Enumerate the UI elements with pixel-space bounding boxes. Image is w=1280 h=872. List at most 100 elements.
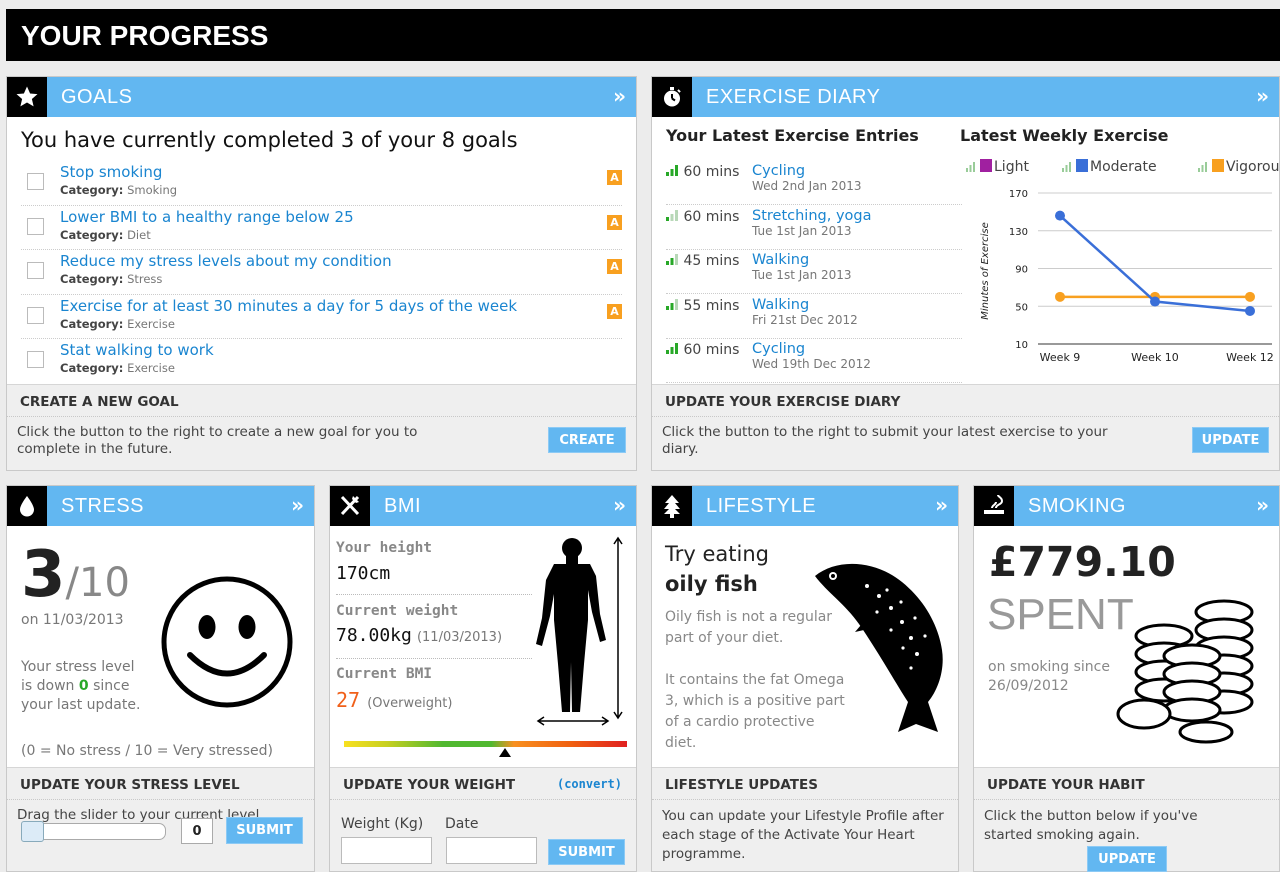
bmi-value: 27 (336, 688, 361, 712)
goal-title[interactable]: Stat walking to work (60, 341, 214, 359)
stress-out-of: /10 (65, 560, 130, 606)
stress-expand-icon[interactable]: » (291, 493, 304, 517)
bmi-status: (Overweight) (367, 696, 453, 711)
goal-title[interactable]: Lower BMI to a healthy range below 25 (60, 208, 354, 226)
goals-expand-icon[interactable]: » (613, 84, 626, 108)
goal-badge[interactable]: A (607, 214, 622, 230)
goal-badge[interactable]: A (607, 259, 622, 274)
exercise-date: Tue 1st Jan 2013 (752, 223, 852, 238)
update-weight-heading: UPDATE YOUR WEIGHT (convert) (330, 768, 636, 800)
bmi-scale-bar (344, 741, 627, 747)
data-point[interactable] (1245, 305, 1255, 316)
update-diary-heading: UPDATE YOUR EXERCISE DIARY (652, 385, 1279, 417)
exercise-entry-list: 60 mins Cycling Wed 2nd Jan 2013 60 mins St… (652, 161, 972, 385)
weight-date: (11/03/2013) (416, 630, 503, 645)
data-point[interactable] (1055, 291, 1065, 302)
exercise-date: Wed 2nd Jan 2013 (752, 179, 862, 193)
goal-badge[interactable]: A (607, 303, 622, 319)
lifestyle-header[interactable]: LIFESTYLE » (652, 486, 958, 526)
goal-title[interactable]: Exercise for at least 30 minutes a day f… (60, 297, 517, 315)
update-stress-heading: UPDATE YOUR STRESS LEVEL (7, 768, 314, 800)
bmi-panel: BMI » Your height 170cm Current weight 7… (329, 485, 637, 872)
goal-list: Stop smoking Category: Smoking A Lower BMI … (7, 161, 636, 384)
bmi-expand-icon[interactable]: » (613, 493, 626, 517)
droplet-icon (7, 486, 47, 526)
stress-message: Your stress level is down 0 since your l… (21, 659, 141, 713)
exercise-expand-icon[interactable]: » (1256, 84, 1269, 108)
smoking-update-button[interactable]: UPDATE (1087, 846, 1167, 872)
stress-header[interactable]: STRESS » (7, 486, 314, 526)
bmi-label: Current BMI (336, 666, 433, 682)
lifestyle-expand-icon[interactable]: » (935, 493, 948, 517)
exercise-entry: 60 mins Stretching, yoga Tue 1st Jan 2013 (666, 206, 962, 250)
data-point[interactable] (1245, 291, 1255, 302)
legend-item: Vigorous (1198, 159, 1280, 175)
stress-scale: (0 = No stress / 10 = Very stressed) (21, 743, 273, 759)
stress-submit-button[interactable]: SUBMIT (226, 817, 303, 844)
goal-checkbox[interactable] (27, 262, 44, 279)
page-title: YOUR PROGRESS (6, 9, 1280, 61)
bmi-footer: UPDATE YOUR WEIGHT (convert) Weight (Kg)… (330, 767, 636, 871)
lifestyle-updates-heading: LIFESTYLE UPDATES (652, 768, 958, 800)
smoking-expand-icon[interactable]: » (1256, 493, 1269, 517)
date-input[interactable] (446, 837, 537, 864)
update-habit-heading: UPDATE YOUR HABIT (974, 768, 1279, 800)
bmi-title: BMI (384, 494, 422, 517)
y-tick-label: 130 (1009, 227, 1028, 238)
legend-item: Light (966, 159, 1029, 175)
stress-change: 0 (78, 678, 89, 694)
weight-input[interactable] (341, 837, 432, 864)
goal-category: Category: Diet (60, 227, 151, 242)
exercise-header[interactable]: EXERCISE DIARY » (652, 77, 1279, 117)
smoking-title: SMOKING (1028, 494, 1126, 517)
exercise-date: Fri 21st Dec 2012 (752, 312, 858, 327)
smoking-footer: UPDATE YOUR HABIT Click the button below… (974, 767, 1279, 872)
stress-slider-handle[interactable] (21, 821, 44, 842)
exercise-entry: 55 mins Walking Fri 21st Dec 2012 (666, 295, 962, 339)
goals-footer: CREATE A NEW GOAL Click the button to th… (7, 384, 636, 470)
legend-label: Moderate (1090, 159, 1157, 175)
goal-item: Lower BMI to a healthy range below 25 Cat… (21, 206, 622, 250)
goal-title[interactable]: Reduce my stress levels about my conditi… (60, 252, 392, 270)
goal-checkbox[interactable] (27, 173, 44, 190)
stress-footer: UPDATE YOUR STRESS LEVEL Drag the slider… (7, 767, 314, 871)
date-field-label: Date (445, 816, 479, 832)
convert-link[interactable]: (convert) (557, 777, 622, 791)
legend-swatch (1076, 159, 1088, 172)
exercise-activity[interactable]: Cycling (752, 341, 805, 357)
bmi-header[interactable]: BMI » (330, 486, 636, 526)
goal-checkbox[interactable] (27, 217, 44, 235)
goal-item: Exercise for at least 30 minutes a day f… (21, 295, 622, 339)
stress-slider[interactable] (21, 821, 166, 842)
weight-value: 78.00kg (336, 625, 412, 646)
exercise-activity[interactable]: Walking (752, 297, 809, 313)
update-diary-button[interactable]: UPDATE (1192, 427, 1269, 453)
update-diary-text: Click the button to the right to submit … (662, 424, 1108, 457)
lifestyle-tip-line2: oily fish (665, 572, 758, 596)
goal-checkbox[interactable] (27, 306, 44, 324)
exercise-activity[interactable]: Walking (752, 252, 809, 268)
fish-icon (815, 563, 943, 732)
exercise-activity[interactable]: Cycling (752, 163, 805, 179)
intensity-bars-icon (666, 342, 679, 358)
create-goal-button[interactable]: CREATE (548, 427, 626, 453)
exercise-activity[interactable]: Stretching, yoga (752, 208, 871, 224)
chart-legend: Light Moderate Vigorous (966, 159, 1280, 175)
intensity-bars-icon (666, 209, 679, 225)
weight-submit-button[interactable]: SUBMIT (548, 839, 625, 865)
smoking-spent: SPENT (987, 590, 1134, 639)
goal-checkbox[interactable] (27, 351, 44, 368)
goals-title: GOALS (61, 85, 133, 108)
update-habit-text: Click the button below if you've started… (984, 808, 1198, 843)
goal-badge[interactable]: A (607, 170, 622, 185)
smoking-amount: £779.10 (989, 538, 1176, 586)
data-point[interactable] (1055, 210, 1065, 221)
smoking-header[interactable]: SMOKING » (974, 486, 1279, 526)
legend-item: Moderate (1062, 159, 1157, 175)
goal-title[interactable]: Stop smoking (60, 163, 162, 181)
x-tick-label: Week 10 (1131, 351, 1179, 364)
stopwatch-icon (652, 77, 692, 117)
goals-header[interactable]: GOALS » (7, 77, 636, 117)
data-point[interactable] (1150, 296, 1160, 307)
weekly-exercise-chart: Light Moderate Vigorous Minutes of Exercis… (966, 159, 1280, 364)
